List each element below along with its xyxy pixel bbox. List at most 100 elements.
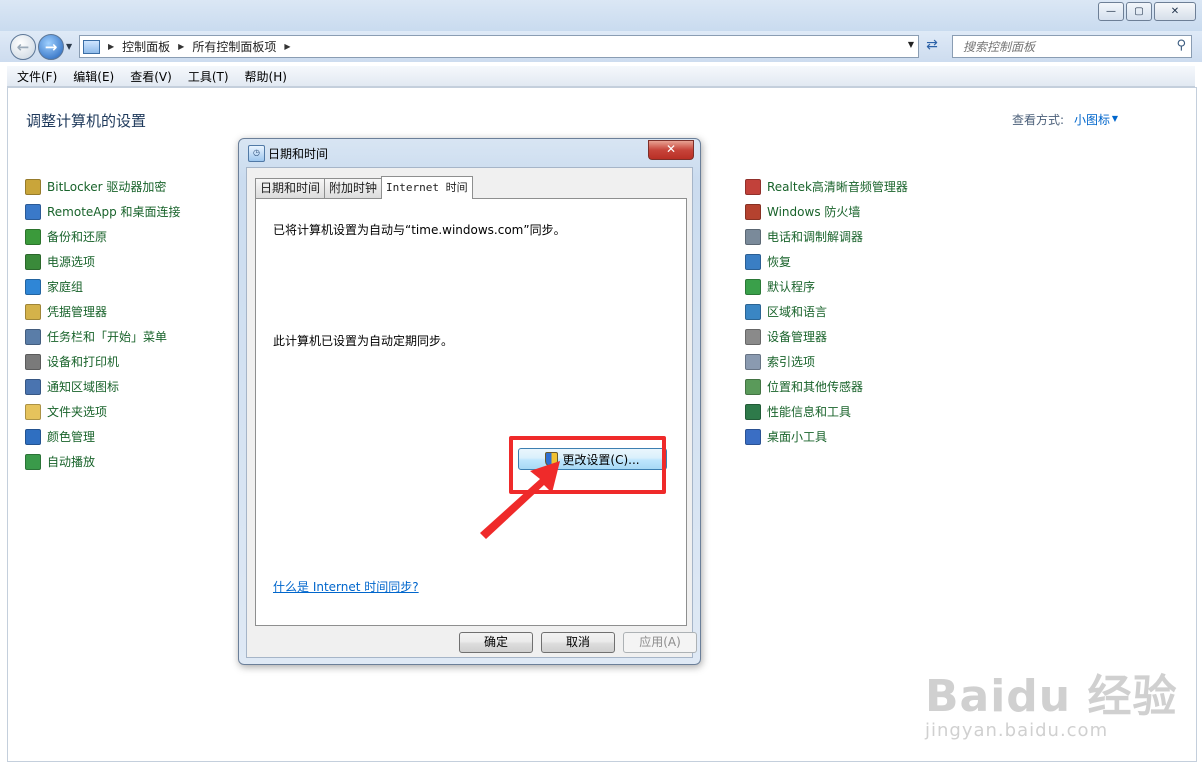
control-panel-icon <box>83 39 100 54</box>
close-button[interactable]: ✕ <box>1154 2 1196 21</box>
list-item[interactable]: 凭据管理器 <box>25 299 181 324</box>
indexing-icon <box>745 353 761 370</box>
list-item-label: 凭据管理器 <box>47 305 108 319</box>
list-item[interactable]: 文件夹选项 <box>25 399 181 424</box>
window-controls: — ▢ ✕ <box>1098 2 1196 21</box>
dialog-title: 日期和时间 <box>268 147 329 161</box>
list-item[interactable]: 恢复 <box>745 249 908 274</box>
list-item-label: RemoteApp 和桌面连接 <box>47 205 181 219</box>
forward-button[interactable]: → <box>38 34 64 60</box>
list-item-label: BitLocker 驱动器加密 <box>47 180 167 194</box>
minimize-button[interactable]: — <box>1098 2 1124 21</box>
list-item-label: 位置和其他传感器 <box>767 380 864 394</box>
tab-date-time[interactable]: 日期和时间 <box>255 178 326 198</box>
clock-icon: ◷ <box>248 145 265 162</box>
list-item-label: 电话和调制解调器 <box>767 230 864 244</box>
list-item[interactable]: RemoteApp 和桌面连接 <box>25 199 181 224</box>
list-item-label: 默认程序 <box>767 280 816 294</box>
ok-button[interactable]: 确定 <box>459 632 533 653</box>
recent-pages-dropdown[interactable]: ▼ <box>66 42 72 51</box>
list-item-label: 性能信息和工具 <box>767 405 852 419</box>
region-icon <box>745 303 761 320</box>
list-item[interactable]: 性能信息和工具 <box>745 399 908 424</box>
menu-edit[interactable]: 编辑(E) <box>63 68 120 85</box>
printer-icon <box>25 353 41 370</box>
list-item[interactable]: 通知区域图标 <box>25 374 181 399</box>
list-item-label: 设备管理器 <box>767 330 828 344</box>
list-item-label: 颜色管理 <box>47 430 96 444</box>
list-item[interactable]: 位置和其他传感器 <box>745 374 908 399</box>
bitlocker-icon <box>25 178 41 195</box>
list-item[interactable]: 桌面小工具 <box>745 424 908 449</box>
dialog-close-button[interactable]: ✕ <box>648 140 694 160</box>
search-input[interactable] <box>961 36 1165 57</box>
annotation-arrow-icon <box>480 461 560 539</box>
list-item[interactable]: 电源选项 <box>25 249 181 274</box>
list-item-label: 任务栏和「开始」菜单 <box>47 330 168 344</box>
tab-additional-clocks[interactable]: 附加时钟 <box>324 178 383 198</box>
breadcrumb-all-items[interactable]: 所有控制面板项 <box>192 38 276 55</box>
list-item[interactable]: 自动播放 <box>25 449 181 474</box>
tab-internet-time[interactable]: Internet 时间 <box>381 176 473 199</box>
list-item-label: 区域和语言 <box>767 305 828 319</box>
taskbar-icon <box>25 328 41 345</box>
list-item[interactable]: 备份和还原 <box>25 224 181 249</box>
forward-arrow-icon: → <box>44 38 58 56</box>
view-by-chevron-icon[interactable]: ▼ <box>1112 114 1118 123</box>
maximize-button[interactable]: ▢ <box>1126 2 1152 21</box>
list-item-label: 索引选项 <box>767 355 816 369</box>
left-items-list: BitLocker 驱动器加密 RemoteApp 和桌面连接备份和还原电源选项家… <box>25 174 181 474</box>
list-item-label: 家庭组 <box>47 280 84 294</box>
auto-sync-message: 此计算机已设置为自动定期同步。 <box>273 334 454 348</box>
page-title: 调整计算机的设置 <box>26 112 147 130</box>
menu-tools[interactable]: 工具(T) <box>178 68 235 85</box>
apply-button[interactable]: 应用(A) <box>623 632 697 653</box>
list-item-label: 桌面小工具 <box>767 430 828 444</box>
menu-view[interactable]: 查看(V) <box>120 68 178 85</box>
dialog-tabs: 日期和时间 附加时钟 Internet 时间 <box>255 176 473 199</box>
credential-icon <box>25 303 41 320</box>
back-button[interactable]: ← <box>10 34 36 60</box>
address-dropdown-icon[interactable]: ▼ <box>908 40 914 49</box>
recovery-icon <box>745 253 761 270</box>
back-arrow-icon: ← <box>16 38 30 56</box>
list-item[interactable]: 默认程序 <box>745 274 908 299</box>
list-item[interactable]: 索引选项 <box>745 349 908 374</box>
list-item[interactable]: BitLocker 驱动器加密 <box>25 174 181 199</box>
list-item-label: 电源选项 <box>47 255 96 269</box>
folder-icon <box>25 403 41 420</box>
list-item[interactable]: Realtek高清晰音频管理器 <box>745 174 908 199</box>
remoteapp-icon <box>25 203 41 220</box>
list-item[interactable]: 设备管理器 <box>745 324 908 349</box>
list-item[interactable]: Windows 防火墙 <box>745 199 908 224</box>
view-by-label: 查看方式: <box>1011 113 1064 127</box>
date-time-dialog: ◷ 日期和时间 ✕ 日期和时间 附加时钟 Internet 时间 已将计算机设置… <box>238 138 701 665</box>
search-icon[interactable]: ⚲ <box>1176 38 1186 53</box>
backup-icon <box>25 228 41 245</box>
refresh-icon[interactable]: ⇄ <box>921 37 943 56</box>
list-item[interactable]: 设备和打印机 <box>25 349 181 374</box>
breadcrumb-separator-icon[interactable]: ▶ <box>108 42 114 51</box>
view-by-dropdown[interactable]: 小图标 <box>1074 111 1110 128</box>
internet-time-help-link[interactable]: 什么是 Internet 时间同步? <box>273 578 419 595</box>
dialog-button-row: 确定 取消 应用(A) <box>459 632 697 653</box>
device-manager-icon <box>745 328 761 345</box>
list-item[interactable]: 区域和语言 <box>745 299 908 324</box>
autoplay-icon <box>25 453 41 470</box>
menu-file[interactable]: 文件(F) <box>7 68 63 85</box>
menu-help[interactable]: 帮助(H) <box>235 68 293 85</box>
address-bar[interactable]: ▶ 控制面板 ▶ 所有控制面板项 ▶ ▼ <box>79 35 919 58</box>
breadcrumb-control-panel[interactable]: 控制面板 <box>122 38 170 55</box>
list-item[interactable]: 任务栏和「开始」菜单 <box>25 324 181 349</box>
list-item-label: 设备和打印机 <box>47 355 120 369</box>
menu-bar: 文件(F) 编辑(E) 查看(V) 工具(T) 帮助(H) <box>7 66 1195 87</box>
search-box[interactable]: ⚲ <box>952 35 1192 58</box>
list-item[interactable]: 电话和调制解调器 <box>745 224 908 249</box>
breadcrumb-separator-icon[interactable]: ▶ <box>284 42 290 51</box>
cancel-button[interactable]: 取消 <box>541 632 615 653</box>
firewall-icon <box>745 203 761 220</box>
notification-icon <box>25 378 41 395</box>
breadcrumb-separator-icon[interactable]: ▶ <box>178 42 184 51</box>
list-item[interactable]: 家庭组 <box>25 274 181 299</box>
list-item[interactable]: 颜色管理 <box>25 424 181 449</box>
